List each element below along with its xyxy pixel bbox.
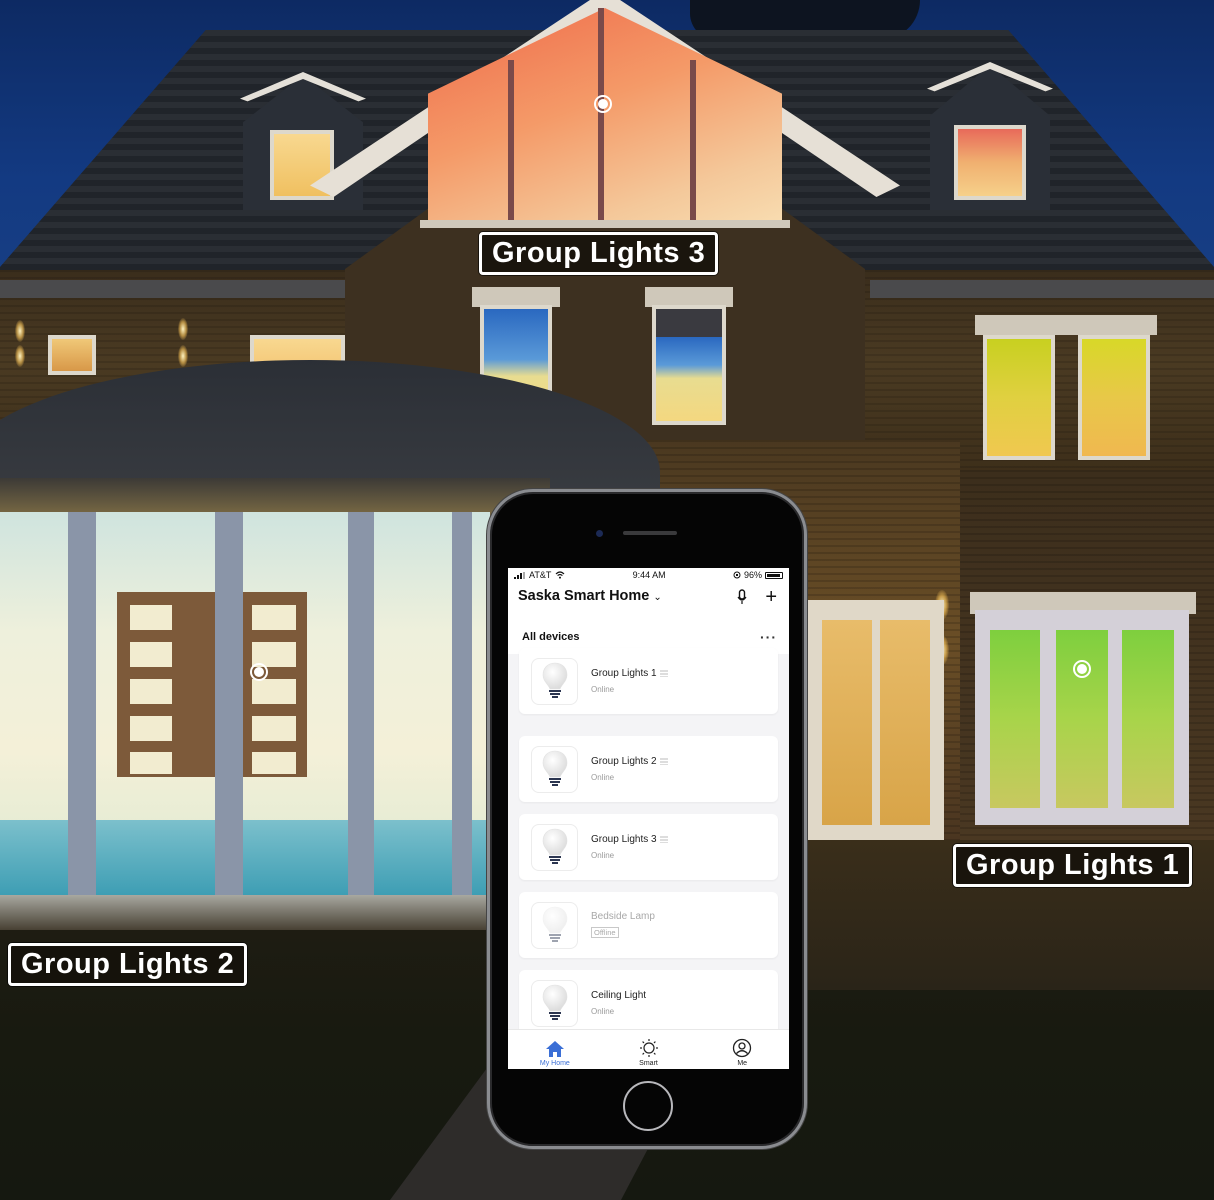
green-glass-pane [1122, 630, 1174, 808]
conservatory-post [68, 512, 96, 902]
device-card[interactable]: Group Lights 3 Online [519, 814, 778, 880]
door-pane [130, 716, 172, 741]
home-icon [545, 1041, 564, 1057]
wall-lamp [15, 345, 25, 367]
door-pane [252, 716, 296, 741]
right-upper-window [983, 335, 1055, 460]
bulb-icon [531, 745, 578, 793]
light-marker-group-3[interactable] [594, 95, 612, 113]
tab-smart[interactable]: Smart [602, 1030, 696, 1069]
bulb-icon [531, 979, 578, 1027]
battery-icon [764, 571, 783, 579]
clock: 9:44 AM [632, 570, 666, 580]
tab-label: Smart [639, 1060, 658, 1067]
status-bar: AT&T 9:44 AM 96% [508, 568, 789, 582]
gable-mullion [598, 8, 604, 222]
home-button[interactable] [623, 1081, 673, 1131]
home-name: Saska Smart Home [518, 588, 650, 604]
wifi-icon [555, 571, 565, 579]
door-pane [252, 605, 296, 630]
group-icon [659, 836, 668, 843]
device-name: Group Lights 3 [591, 834, 657, 845]
window-header [645, 287, 733, 307]
conservatory-post [215, 512, 243, 902]
bulb-icon [531, 901, 578, 949]
window-header [975, 315, 1157, 335]
door-pane [130, 605, 172, 630]
app-screen: AT&T 9:44 AM 96% Saska Smart Home ⌄ + Al… [508, 568, 789, 1069]
signal-icon [514, 571, 525, 579]
right-wing-fascia [870, 280, 1214, 298]
front-camera [596, 530, 603, 537]
gable-sill [420, 220, 790, 228]
tab-all-devices[interactable]: All devices [522, 631, 579, 643]
conservatory-post [348, 512, 374, 902]
bottom-tab-bar: My Home Smart Me [508, 1029, 789, 1069]
orientation-lock-icon [733, 571, 741, 579]
tab-my-home[interactable]: My Home [508, 1030, 602, 1069]
smartphone: AT&T 9:44 AM 96% Saska Smart Home ⌄ + Al… [487, 489, 807, 1149]
door-pane [252, 679, 296, 704]
right-upper-window [1078, 335, 1150, 460]
more-options-button[interactable]: ··· [760, 630, 777, 644]
french-door-glass [880, 620, 930, 825]
group-icon [659, 758, 668, 765]
device-name: Group Lights 2 [591, 756, 657, 767]
door-pane [252, 752, 296, 774]
device-card[interactable]: Group Lights 2 Online [519, 736, 778, 802]
sun-icon [639, 1039, 658, 1057]
chevron-down-icon: ⌄ [653, 591, 662, 603]
wall-lamp [15, 320, 25, 342]
label-group-lights-2: Group Lights 2 [8, 943, 248, 986]
wall-lamp [178, 345, 188, 367]
label-group-lights-3: Group Lights 3 [479, 232, 719, 275]
light-marker-group-2[interactable] [250, 663, 268, 681]
bulb-icon [531, 657, 578, 705]
conservatory-post [452, 512, 472, 902]
bulb-icon [531, 823, 578, 871]
green-glass-pane [1056, 630, 1108, 808]
gable-mullion [690, 60, 696, 222]
right-dormer-window [954, 125, 1026, 200]
offline-badge: Offline [591, 926, 619, 938]
tab-label: My Home [539, 1060, 570, 1067]
device-card[interactable]: Group Lights 1 Online [519, 648, 778, 714]
tab-label: Me [737, 1060, 748, 1067]
device-status: Online [591, 1007, 615, 1016]
wall-lamp [178, 318, 188, 340]
device-card[interactable]: Ceiling Light Online [519, 970, 778, 1036]
group-icon [659, 670, 668, 677]
profile-icon [733, 1038, 752, 1058]
device-status: Online [591, 773, 615, 782]
door-pane [130, 642, 172, 667]
conservatory-base [0, 895, 520, 935]
microphone-icon[interactable] [737, 589, 747, 605]
device-name: Group Lights 1 [591, 668, 657, 679]
left-wing-small-window [48, 335, 96, 375]
window-header [472, 287, 560, 307]
device-name: Bedside Lamp [591, 910, 655, 922]
tab-me[interactable]: Me [695, 1030, 789, 1069]
light-marker-group-1[interactable] [1073, 660, 1091, 678]
device-status: Online [591, 685, 615, 694]
battery-percent: 96% [743, 570, 762, 580]
door-pane [130, 752, 172, 774]
device-status: Online [591, 851, 615, 860]
door-pane [130, 679, 172, 704]
carrier-name: AT&T [529, 570, 552, 580]
earpiece-speaker [623, 531, 677, 535]
left-wing-fascia [0, 280, 345, 298]
device-card[interactable]: Bedside Lamp Offline [519, 892, 778, 958]
center-right-window [652, 305, 726, 425]
conservatory-band [0, 478, 550, 516]
device-name: Ceiling Light [591, 990, 647, 1001]
app-header: Saska Smart Home ⌄ + All devices ··· [508, 582, 789, 654]
french-door-glass [822, 620, 872, 825]
gable-mullion [508, 60, 514, 222]
label-group-lights-1: Group Lights 1 [953, 844, 1193, 887]
add-device-button[interactable]: + [765, 587, 777, 607]
green-glass-pane [990, 630, 1040, 808]
